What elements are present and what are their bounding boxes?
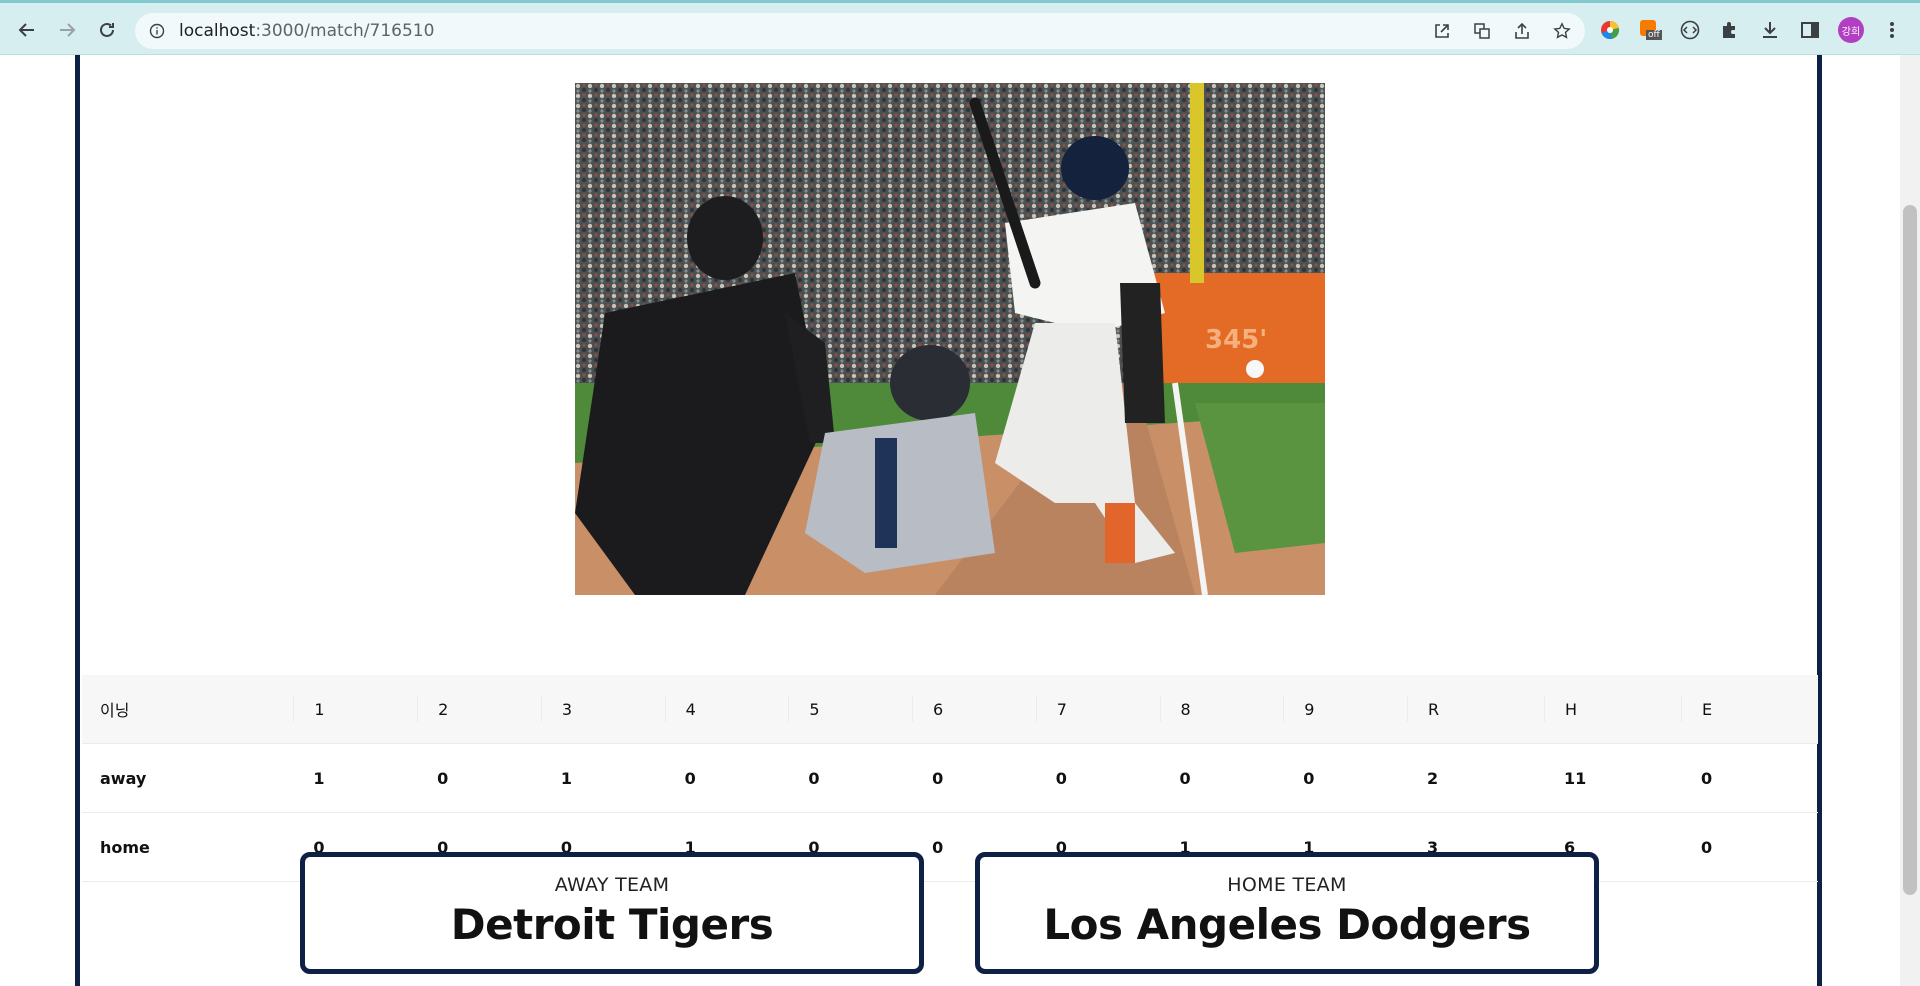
inning-header: 6 xyxy=(912,696,1036,722)
runs-header: R xyxy=(1406,696,1544,722)
vertical-scrollbar[interactable] xyxy=(1900,55,1920,986)
color-wheel-extension-icon[interactable] xyxy=(1598,18,1622,42)
inning-header-label: 이닝 xyxy=(100,701,130,720)
inning-header: 1 xyxy=(293,696,417,722)
puzzle-extensions-icon[interactable] xyxy=(1718,18,1742,42)
home-team-card[interactable]: HOME TEAM Los Angeles Dodgers xyxy=(975,852,1599,974)
browser-toolbar: localhost:3000/match/716510 off 강희 xyxy=(0,0,1920,55)
hits-total: 11 xyxy=(1564,768,1587,788)
off-badge-extension-icon[interactable]: off xyxy=(1638,18,1662,42)
scrollbar-thumb[interactable] xyxy=(1903,205,1917,895)
share-icon[interactable] xyxy=(1511,20,1533,42)
inning-score: 0 xyxy=(932,768,944,788)
extension-badge: off xyxy=(1646,30,1662,40)
forward-icon[interactable] xyxy=(52,15,82,45)
inning-header: 5 xyxy=(788,696,912,722)
table-row-away: away 1 0 1 0 0 0 0 0 0 2 11 0 xyxy=(82,744,1818,813)
menu-kebab-icon[interactable] xyxy=(1880,18,1904,42)
inning-score: 0 xyxy=(1303,768,1315,788)
inning-score: 1 xyxy=(560,768,572,788)
bookmark-star-icon[interactable] xyxy=(1551,20,1573,42)
inning-header: 7 xyxy=(1035,696,1160,722)
row-team-label: away xyxy=(100,768,147,788)
site-info-icon[interactable] xyxy=(149,23,165,39)
errors-total: 0 xyxy=(1701,837,1713,857)
code-extension-icon[interactable] xyxy=(1678,18,1702,42)
inning-header: 9 xyxy=(1283,696,1407,722)
inning-header: 3 xyxy=(540,696,665,722)
table-header-row: 이닝 1 2 3 4 5 6 7 8 9 R H E xyxy=(82,675,1818,744)
away-team-name: Detroit Tigers xyxy=(450,900,774,949)
inning-score: 0 xyxy=(808,768,820,788)
inning-header: 8 xyxy=(1159,696,1284,722)
away-team-role: AWAY TEAM xyxy=(554,874,670,896)
inning-header: 2 xyxy=(417,696,541,722)
inning-header: 4 xyxy=(664,696,789,722)
home-team-role: HOME TEAM xyxy=(1227,874,1347,896)
page-viewport: 345' 이닝 1 2 3 4 5 6 7 8 9 R H E away 1 0… xyxy=(0,55,1900,986)
side-panel-icon[interactable] xyxy=(1798,18,1822,42)
line-score-table: 이닝 1 2 3 4 5 6 7 8 9 R H E away 1 0 1 0 … xyxy=(82,675,1818,882)
svg-text:345': 345' xyxy=(1205,325,1267,355)
inning-score: 1 xyxy=(313,768,325,788)
inning-score: 0 xyxy=(437,768,449,788)
back-icon[interactable] xyxy=(12,15,42,45)
url-text[interactable]: localhost:3000/match/716510 xyxy=(179,21,434,41)
profile-avatar[interactable]: 강희 xyxy=(1838,17,1864,43)
row-team-label: home xyxy=(100,837,150,857)
open-in-new-icon[interactable] xyxy=(1431,20,1453,42)
hits-header: H xyxy=(1544,696,1681,722)
address-bar[interactable]: localhost:3000/match/716510 xyxy=(135,13,1585,49)
download-icon[interactable] xyxy=(1758,18,1782,42)
inning-score: 0 xyxy=(684,768,696,788)
home-team-name: Los Angeles Dodgers xyxy=(1043,900,1531,949)
reload-icon[interactable] xyxy=(92,15,122,45)
away-team-card[interactable]: AWAY TEAM Detroit Tigers xyxy=(300,852,924,974)
translate-icon[interactable] xyxy=(1471,20,1493,42)
inning-score: 0 xyxy=(1055,768,1067,788)
runs-total: 2 xyxy=(1427,768,1439,788)
match-photo: 345' xyxy=(575,83,1325,595)
errors-total: 0 xyxy=(1701,768,1713,788)
errors-header: E xyxy=(1681,696,1818,722)
inning-score: 0 xyxy=(1179,768,1191,788)
